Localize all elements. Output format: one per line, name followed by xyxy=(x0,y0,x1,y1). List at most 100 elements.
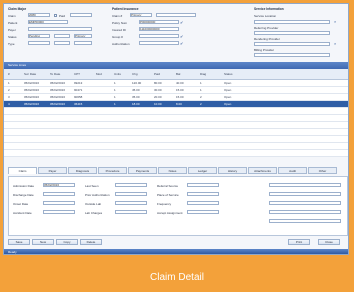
col-header[interactable]: Diag xyxy=(200,72,206,76)
empty-table-row[interactable] xyxy=(4,115,348,122)
col-header[interactable]: Chg xyxy=(132,72,138,76)
table-cell: 90471 xyxy=(74,88,83,92)
table-cell: 15.00 xyxy=(176,95,184,99)
empty-table-row[interactable] xyxy=(4,143,348,150)
rendering-provider-field[interactable] xyxy=(254,42,330,46)
app-window: Claim Major Claim 2080 Paid Patient EMP0… xyxy=(3,3,349,255)
status-extra-field[interactable] xyxy=(54,34,70,38)
empty-table-row[interactable] xyxy=(4,129,348,136)
pi-claim-extra[interactable] xyxy=(156,13,196,17)
tab[interactable]: Attachments xyxy=(248,167,277,174)
action-button[interactable]: Close xyxy=(318,239,340,245)
col-header[interactable]: To Date xyxy=(50,72,60,76)
detail-field-input[interactable] xyxy=(187,201,219,205)
col-header[interactable]: Bal xyxy=(176,72,180,76)
table-cell: 2 xyxy=(200,102,202,106)
col-header[interactable]: Mod xyxy=(96,72,102,76)
table-cell: 05/02/2016 xyxy=(50,102,66,106)
table-cell: Open xyxy=(224,95,232,99)
checkmark-icon[interactable]: ✔ xyxy=(180,41,183,46)
detail-field-label: Last Seen xyxy=(85,184,99,188)
checkmark-icon[interactable]: ✔ xyxy=(180,20,183,25)
col-header[interactable]: Svc Date xyxy=(24,72,36,76)
action-button[interactable]: New xyxy=(32,239,54,245)
table-cell: 99213 xyxy=(74,81,83,85)
tab[interactable]: Payer xyxy=(38,167,67,174)
table-row[interactable]: 4 05/02/2016 05/02/2016 36415 1 18.00 10.00 8.0… xyxy=(4,101,348,108)
type-extra2-field[interactable] xyxy=(74,41,92,45)
claim-field[interactable]: 2080 xyxy=(28,13,50,17)
empty-table-row[interactable] xyxy=(4,136,348,143)
empty-table-row[interactable] xyxy=(4,122,348,129)
table-row[interactable]: 1 05/02/2016 05/02/2016 99213 1 120.00 80.00 40… xyxy=(4,80,348,87)
insured-id-field[interactable]: 111000000000 xyxy=(139,27,179,31)
tab[interactable]: Audit xyxy=(278,167,307,174)
payer-field[interactable] xyxy=(28,27,92,31)
detail-field-input[interactable] xyxy=(115,201,147,205)
col-header[interactable]: Units xyxy=(114,72,121,76)
tab[interactable]: Ledger xyxy=(188,167,217,174)
detail-field-input[interactable] xyxy=(43,210,75,214)
patient-label: Patient xyxy=(8,21,18,25)
service-location-field[interactable] xyxy=(254,20,330,24)
patient-field[interactable]: EMP00000 xyxy=(28,20,68,24)
tab[interactable]: History xyxy=(218,167,247,174)
group-field[interactable] xyxy=(139,34,179,38)
action-button[interactable]: Delete xyxy=(80,239,102,245)
detail-extra-input[interactable] xyxy=(269,183,341,187)
col-header[interactable]: # xyxy=(8,72,10,76)
search-icon[interactable]: ⌕ xyxy=(334,19,336,24)
service-lines-title: Service Lines xyxy=(8,63,27,67)
type-field[interactable]: Primary xyxy=(74,34,92,38)
table-cell: 1 xyxy=(114,95,116,99)
billing-provider-field[interactable] xyxy=(254,53,330,57)
detail-field-input[interactable] xyxy=(187,210,219,214)
search-icon[interactable]: ⌕ xyxy=(334,41,336,46)
table-cell: 15.00 xyxy=(176,88,184,92)
empty-table-row[interactable] xyxy=(4,108,348,115)
detail-field-input[interactable] xyxy=(115,210,147,214)
type-extra-field[interactable] xyxy=(54,41,70,45)
authorization-field[interactable] xyxy=(139,41,179,45)
detail-extra-input[interactable] xyxy=(269,219,341,223)
action-button[interactable]: Save xyxy=(8,239,30,245)
col-header[interactable]: Paid xyxy=(154,72,160,76)
table-cell: 36415 xyxy=(74,102,83,106)
detail-field-input[interactable] xyxy=(115,183,147,187)
tab[interactable]: Diagnosis xyxy=(68,167,97,174)
tab[interactable]: Claim xyxy=(8,167,37,174)
checkmark-icon[interactable]: ✔ xyxy=(180,34,183,39)
detail-field-input[interactable] xyxy=(187,192,219,196)
tab[interactable]: Procedure xyxy=(98,167,127,174)
paid-field[interactable] xyxy=(70,13,92,17)
action-button[interactable]: Copy xyxy=(56,239,78,245)
tab[interactable]: Other xyxy=(308,167,337,174)
detail-field-input[interactable] xyxy=(187,183,219,187)
table-cell: 05/02/2016 xyxy=(24,95,40,99)
detail-field-label: Accept Assignment xyxy=(157,211,183,215)
col-header[interactable]: Status xyxy=(224,72,233,76)
empty-table-row[interactable] xyxy=(4,150,348,157)
tab[interactable]: Notes xyxy=(158,167,187,174)
col-header[interactable]: CPT xyxy=(74,72,80,76)
status-field[interactable]: Pending xyxy=(28,34,50,38)
billing-provider-label: Billing Provider xyxy=(254,48,275,52)
detail-field-input[interactable] xyxy=(43,192,75,196)
table-row[interactable]: 2 05/02/2016 05/02/2016 90471 1 45.00 30.00 15.… xyxy=(4,87,348,94)
tab[interactable]: Payments xyxy=(128,167,157,174)
table-row[interactable]: 3 05/02/2016 05/02/2016 90658 1 35.00 20.00 15.… xyxy=(4,94,348,101)
detail-extra-input[interactable] xyxy=(269,210,341,214)
detail-field-input[interactable]: 05/02/2016 xyxy=(43,183,75,187)
detail-extra-input[interactable] xyxy=(269,192,341,196)
table-cell: 1 xyxy=(114,81,116,85)
type-sub-field[interactable] xyxy=(28,41,50,45)
table-cell: 3 xyxy=(8,95,10,99)
detail-field-input[interactable] xyxy=(115,192,147,196)
policy-field[interactable]: P00000000 xyxy=(139,20,179,24)
detail-field-input[interactable] xyxy=(43,201,75,205)
pi-claim-field[interactable]: Primary xyxy=(130,13,152,17)
referring-provider-field[interactable] xyxy=(254,31,330,35)
detail-extra-input[interactable] xyxy=(269,201,341,205)
paid-checkbox[interactable] xyxy=(54,14,57,17)
action-button[interactable]: Print xyxy=(288,239,310,245)
